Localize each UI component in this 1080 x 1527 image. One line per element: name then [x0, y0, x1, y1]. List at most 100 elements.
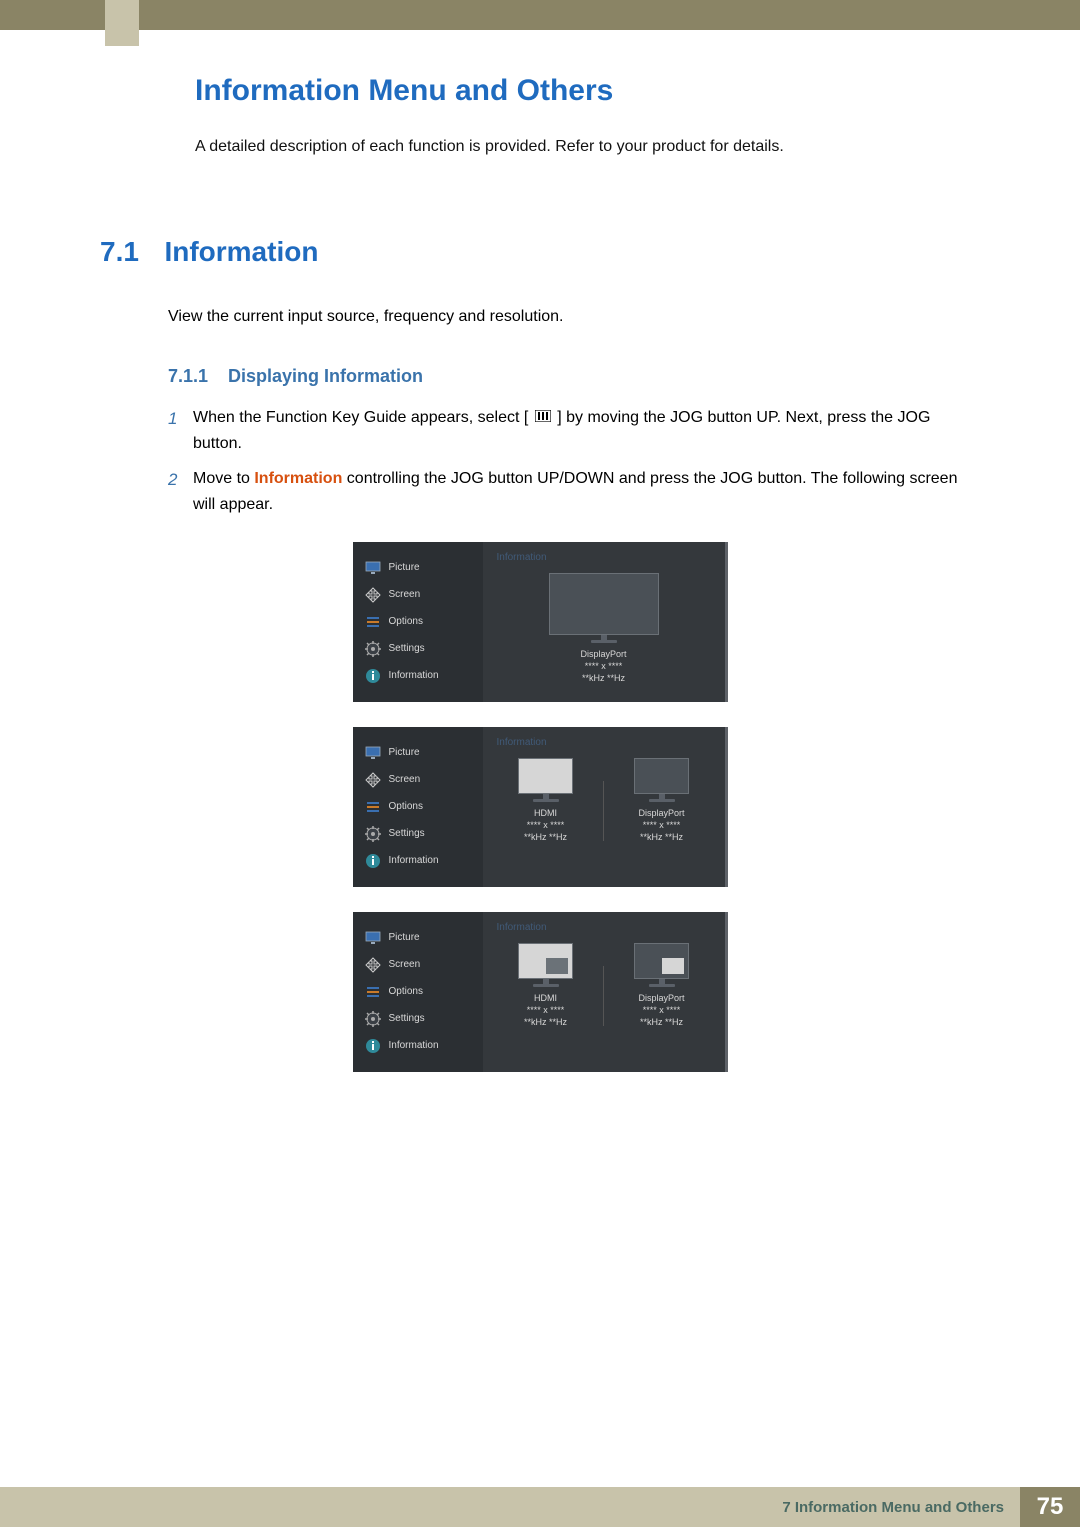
osd-label: Picture: [389, 562, 420, 573]
monitor-graphic: DisplayPort **** x **** **kHz **Hz: [549, 573, 659, 684]
info-icon: [365, 668, 381, 684]
frequency-label: **kHz **Hz: [524, 1017, 567, 1029]
menu-glyph-icon: [535, 405, 551, 431]
resolution-label: **** x ****: [638, 1005, 684, 1017]
gear-icon: [365, 1011, 381, 1027]
osd-item-information: Information: [353, 847, 483, 874]
monitor-info: DisplayPort **** x **** **kHz **Hz: [638, 808, 684, 843]
monitor-icon: [365, 745, 381, 761]
step-1: 1 When the Function Key Guide appears, s…: [168, 405, 980, 456]
monitor-graphic: HDMI **** x **** **kHz **Hz: [518, 758, 573, 843]
osd-item-settings: Settings: [353, 820, 483, 847]
osd-content: Information DisplayPort **** x **** **kH…: [483, 542, 725, 702]
list-icon: [365, 614, 381, 630]
list-icon: [365, 799, 381, 815]
arrows-icon: [365, 772, 381, 788]
port-label: DisplayPort: [580, 649, 626, 661]
port-label: DisplayPort: [638, 808, 684, 820]
osd-label: Picture: [389, 932, 420, 943]
osd-item-screen: Screen: [353, 951, 483, 978]
arrows-icon: [365, 957, 381, 973]
monitor-info: HDMI **** x **** **kHz **Hz: [524, 993, 567, 1028]
osd-item-picture: Picture: [353, 554, 483, 581]
osd-label: Information: [389, 1040, 439, 1051]
subsection-header: 7.1.1 Displaying Information: [168, 366, 980, 387]
osd-right-title: Information: [497, 552, 711, 563]
section-number: 7.1: [100, 236, 160, 268]
resolution-label: **** x ****: [524, 820, 567, 832]
osd-label: Options: [389, 801, 423, 812]
osd-label: Screen: [389, 774, 421, 785]
monitor-graphic: HDMI **** x **** **kHz **Hz: [518, 943, 573, 1028]
section-title: Information: [164, 236, 318, 268]
osd-label: Options: [389, 616, 423, 627]
footer-page-number: 75: [1020, 1487, 1080, 1527]
step-number: 1: [168, 405, 193, 456]
osd-label: Settings: [389, 1013, 425, 1024]
info-icon: [365, 853, 381, 869]
subsection-number: 7.1.1: [168, 366, 223, 387]
monitor-info: DisplayPort **** x **** **kHz **Hz: [580, 649, 626, 684]
osd-right-title: Information: [497, 922, 711, 933]
osd-panel-1: Picture Screen Options Settings Informat…: [353, 542, 728, 702]
frequency-label: **kHz **Hz: [524, 832, 567, 844]
osd-item-picture: Picture: [353, 924, 483, 951]
osd-item-settings: Settings: [353, 635, 483, 662]
monitor-display: DisplayPort **** x **** **kHz **Hz: [497, 573, 711, 684]
chapter-intro: A detailed description of each function …: [195, 138, 980, 156]
osd-panel-2: Picture Screen Options Settings Informat…: [353, 727, 728, 887]
monitor-info: HDMI **** x **** **kHz **Hz: [524, 808, 567, 843]
page-footer: 7 Information Menu and Others 75: [0, 1487, 1080, 1527]
monitor-graphic: DisplayPort **** x **** **kHz **Hz: [634, 758, 689, 843]
gear-icon: [365, 826, 381, 842]
frequency-label: **kHz **Hz: [580, 673, 626, 685]
page-content: Information Menu and Others A detailed d…: [0, 30, 1080, 1072]
step-text: Move to Information controlling the JOG …: [193, 466, 980, 517]
list-icon: [365, 984, 381, 1000]
pip-inset: [546, 958, 568, 974]
step-text: When the Function Key Guide appears, sel…: [193, 405, 980, 456]
resolution-label: **** x ****: [524, 1005, 567, 1017]
subsection-title-text: Displaying Information: [228, 366, 423, 386]
section-header: 7.1 Information: [100, 236, 980, 268]
arrows-icon: [365, 587, 381, 603]
info-icon: [365, 1038, 381, 1054]
osd-sidebar: Picture Screen Options Settings Informat…: [353, 727, 483, 887]
osd-item-screen: Screen: [353, 581, 483, 608]
section-description: View the current input source, frequency…: [168, 308, 980, 326]
osd-label: Information: [389, 855, 439, 866]
monitor-display-dual: HDMI **** x **** **kHz **Hz DisplayPort …: [497, 758, 711, 843]
steps-list: 1 When the Function Key Guide appears, s…: [168, 405, 980, 517]
osd-item-options: Options: [353, 608, 483, 635]
monitor-icon: [365, 560, 381, 576]
osd-item-options: Options: [353, 978, 483, 1005]
osd-label: Options: [389, 986, 423, 997]
osd-content: Information HDMI **** x **** **kHz **Hz: [483, 727, 725, 887]
osd-label: Settings: [389, 828, 425, 839]
gear-icon: [365, 641, 381, 657]
chapter-title: Information Menu and Others: [195, 74, 980, 108]
port-label: DisplayPort: [638, 993, 684, 1005]
divider: [603, 966, 604, 1026]
osd-item-information: Information: [353, 1032, 483, 1059]
port-label: HDMI: [524, 808, 567, 820]
frequency-label: **kHz **Hz: [638, 832, 684, 844]
osd-item-screen: Screen: [353, 766, 483, 793]
osd-label: Screen: [389, 959, 421, 970]
monitor-icon: [365, 930, 381, 946]
osd-sidebar: Picture Screen Options Settings Informat…: [353, 912, 483, 1072]
osd-label: Information: [389, 670, 439, 681]
step-number: 2: [168, 466, 193, 517]
osd-label: Screen: [389, 589, 421, 600]
osd-sidebar: Picture Screen Options Settings Informat…: [353, 542, 483, 702]
osd-item-options: Options: [353, 793, 483, 820]
osd-label: Settings: [389, 643, 425, 654]
divider: [603, 781, 604, 841]
resolution-label: **** x ****: [580, 661, 626, 673]
osd-content: Information HDMI **** x **** **kHz **Hz: [483, 912, 725, 1072]
port-label: HDMI: [524, 993, 567, 1005]
monitor-graphic: DisplayPort **** x **** **kHz **Hz: [634, 943, 689, 1028]
osd-item-picture: Picture: [353, 739, 483, 766]
osd-screenshots: Picture Screen Options Settings Informat…: [100, 542, 980, 1072]
step2-pre: Move to: [193, 470, 254, 487]
